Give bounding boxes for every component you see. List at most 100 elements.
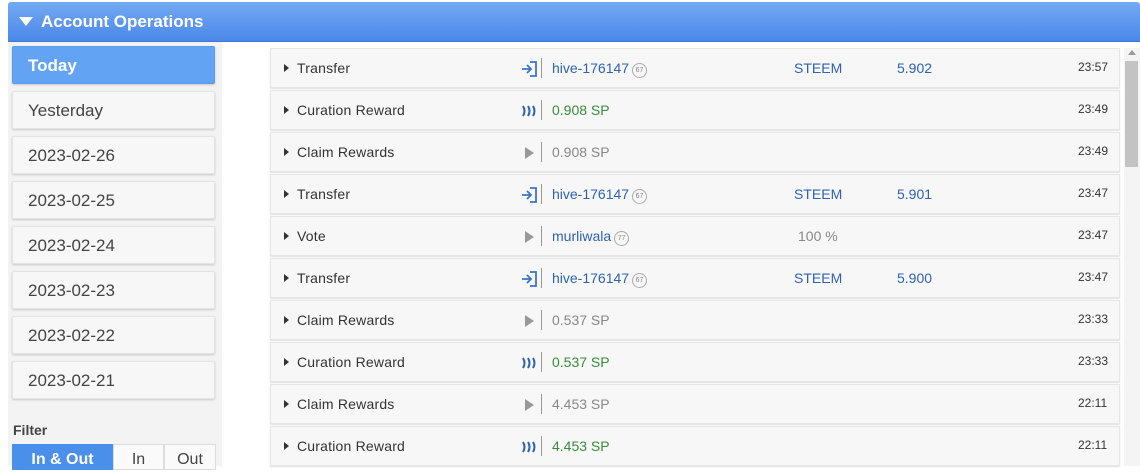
account-name[interactable]: hive-176147 — [552, 186, 629, 202]
operation-value: 4.453 SP — [552, 438, 610, 454]
account-operations-header[interactable]: Account Operations — [8, 2, 1140, 42]
account-link[interactable]: murliwala 77 — [552, 228, 630, 246]
reputation-badge: 67 — [632, 189, 648, 204]
steem-icon — [520, 354, 538, 372]
expand-caret-icon[interactable] — [284, 442, 289, 450]
account-name[interactable]: murliwala — [552, 228, 611, 244]
operation-time: 23:47 — [1078, 228, 1109, 242]
reputation-badge: 67 — [632, 63, 648, 78]
operation-type: Claim Rewards — [297, 144, 395, 160]
collapse-triangle-icon[interactable] — [19, 17, 33, 26]
divider — [541, 58, 542, 78]
filter-out-button[interactable]: Out — [164, 444, 216, 470]
operation-time: 23:47 — [1078, 186, 1109, 200]
operation-value: 4.453 SP — [552, 396, 610, 412]
scrollbar-thumb[interactable] — [1125, 61, 1138, 167]
divider — [541, 184, 542, 204]
filter-in-out-button[interactable]: In & Out — [12, 444, 113, 470]
panel-title: Account Operations — [41, 11, 204, 31]
transfer-in-icon — [520, 270, 538, 288]
transfer-in-icon — [520, 186, 538, 204]
expand-caret-icon[interactable] — [284, 106, 289, 114]
operation-value: 0.908 SP — [552, 102, 610, 118]
day-2023-02-26[interactable]: 2023-02-26 — [12, 136, 215, 174]
account-name[interactable]: hive-176147 — [552, 60, 629, 76]
operation-value: 0.908 SP — [552, 144, 610, 160]
play-icon — [520, 396, 538, 414]
filter-label: Filter — [13, 422, 48, 438]
divider — [541, 100, 542, 120]
operation-type: Curation Reward — [297, 438, 406, 454]
operation-row[interactable]: Claim Rewards 0.908 SP 23:49 — [270, 132, 1120, 172]
asset-symbol: STEEM — [794, 270, 843, 286]
operation-row[interactable]: Transfer hive-176147 67 STEEM 5.902 23:57 — [270, 48, 1120, 88]
day-2023-02-21[interactable]: 2023-02-21 — [12, 361, 215, 399]
operation-time: 23:33 — [1078, 354, 1109, 368]
operation-row[interactable]: Transfer hive-176147 67 STEEM 5.900 23:47 — [270, 258, 1120, 298]
expand-caret-icon[interactable] — [284, 190, 289, 198]
operation-row[interactable]: Curation Reward 4.453 SP 22:11 — [270, 426, 1120, 466]
operations-panel: Today Yesterday 2023-02-26 2023-02-25 20… — [8, 42, 1140, 470]
expand-caret-icon[interactable] — [284, 148, 289, 156]
day-2023-02-23[interactable]: 2023-02-23 — [12, 271, 215, 309]
divider — [541, 394, 542, 414]
expand-caret-icon[interactable] — [284, 232, 289, 240]
day-2023-02-24[interactable]: 2023-02-24 — [12, 226, 215, 264]
operation-time: 23:49 — [1078, 102, 1109, 116]
transfer-amount: 5.901 — [897, 186, 933, 202]
steem-icon — [520, 438, 538, 456]
asset-symbol: STEEM — [794, 186, 843, 202]
divider — [541, 436, 542, 456]
account-link[interactable]: hive-176147 67 — [552, 186, 648, 204]
day-2023-02-22[interactable]: 2023-02-22 — [12, 316, 215, 354]
day-2023-02-25[interactable]: 2023-02-25 — [12, 181, 215, 219]
day-yesterday[interactable]: Yesterday — [12, 91, 215, 129]
vote-weight: 100 % — [798, 228, 838, 244]
transfer-amount: 5.902 — [897, 60, 933, 76]
operation-type: Transfer — [297, 270, 351, 286]
operation-type: Curation Reward — [297, 354, 406, 370]
divider — [541, 142, 542, 162]
divider — [541, 268, 542, 288]
expand-caret-icon[interactable] — [284, 64, 289, 72]
operation-row[interactable]: Claim Rewards 4.453 SP 22:11 — [270, 384, 1120, 424]
operation-time: 23:49 — [1078, 144, 1109, 158]
operation-row[interactable]: Claim Rewards 0.537 SP 23:33 — [270, 300, 1120, 340]
expand-caret-icon[interactable] — [284, 316, 289, 324]
steem-icon — [520, 102, 538, 120]
scroll-up-arrow-icon[interactable] — [1128, 50, 1136, 55]
day-today[interactable]: Today — [12, 46, 215, 84]
operation-type: Claim Rewards — [297, 396, 395, 412]
expand-caret-icon[interactable] — [284, 274, 289, 282]
operation-type: Curation Reward — [297, 102, 406, 118]
account-link[interactable]: hive-176147 67 — [552, 60, 648, 78]
operation-row[interactable]: Vote murliwala 77 100 % 23:47 — [270, 216, 1120, 256]
account-link[interactable]: hive-176147 67 — [552, 270, 648, 288]
play-icon — [520, 228, 538, 246]
account-name[interactable]: hive-176147 — [552, 270, 629, 286]
divider — [541, 226, 542, 246]
operation-time: 23:57 — [1078, 60, 1109, 74]
reputation-badge: 67 — [632, 273, 648, 288]
operation-value: 0.537 SP — [552, 312, 610, 328]
transfer-in-icon — [520, 60, 538, 78]
operation-time: 23:47 — [1078, 270, 1109, 284]
play-icon — [520, 312, 538, 330]
operation-type: Transfer — [297, 60, 351, 76]
operation-type: Vote — [297, 228, 326, 244]
operation-time: 22:11 — [1078, 396, 1108, 410]
divider — [541, 310, 542, 330]
filter-group: In & Out In Out — [12, 444, 216, 470]
operation-row[interactable]: Curation Reward 0.537 SP 23:33 — [270, 342, 1120, 382]
operation-time: 22:11 — [1078, 438, 1108, 452]
transfer-amount: 5.900 — [897, 270, 933, 286]
operation-row[interactable]: Curation Reward 0.908 SP 23:49 — [270, 90, 1120, 130]
divider — [541, 352, 542, 372]
expand-caret-icon[interactable] — [284, 400, 289, 408]
expand-caret-icon[interactable] — [284, 358, 289, 366]
operation-time: 23:33 — [1078, 312, 1109, 326]
operations-list: Transfer hive-176147 67 STEEM 5.902 23:57 Cura… — [270, 42, 1120, 466]
date-sidebar: Today Yesterday 2023-02-26 2023-02-25 20… — [8, 42, 222, 470]
operation-row[interactable]: Transfer hive-176147 67 STEEM 5.901 23:47 — [270, 174, 1120, 214]
filter-in-button[interactable]: In — [113, 444, 164, 470]
